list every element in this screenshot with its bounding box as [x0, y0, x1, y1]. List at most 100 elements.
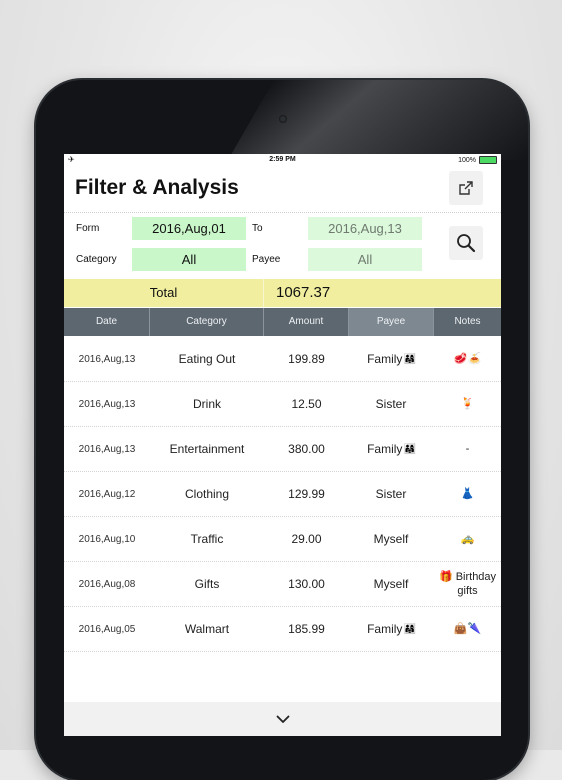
category-text: Traffic — [190, 532, 224, 546]
payee-text: Sister — [375, 487, 407, 501]
cell-date: 2016,Aug,05 — [64, 607, 150, 651]
payee-label: Payee — [252, 254, 281, 265]
app-screen: ✈ 2:59 PM 100% Filter & Analysis Form 20… — [64, 154, 501, 736]
table-row[interactable]: 2016,Aug,13 Eating Out 199.89 Family 👨‍👩‍👧 🥩🍝 — [64, 337, 501, 382]
search-icon — [457, 234, 476, 253]
amount-text: 185.99 — [288, 622, 325, 636]
camera-icon — [279, 115, 287, 123]
cell-date: 2016,Aug,13 — [64, 337, 150, 381]
cell-notes: - — [434, 427, 501, 471]
search-button[interactable] — [449, 226, 483, 260]
glare — [227, 80, 528, 160]
total-label: Total — [149, 285, 178, 300]
column-header-amount[interactable]: Amount — [264, 308, 349, 336]
table-row[interactable]: 2016,Aug,10 Traffic 29.00 Myself 🚕 — [64, 517, 501, 562]
category-select[interactable]: All — [132, 248, 246, 271]
table-row[interactable]: 2016,Aug,13 Entertainment 380.00 Family 👨‍👩‍… — [64, 427, 501, 472]
battery-icon — [479, 156, 497, 164]
total-separator — [263, 279, 264, 307]
total-row: Total 1067.37 — [64, 279, 501, 307]
chevron-down-icon — [276, 715, 289, 723]
table-row[interactable]: 2016,Aug,05 Walmart 185.99 Family 👨‍👩‍👧 👜🌂 — [64, 607, 501, 652]
cell-date: 2016,Aug,12 — [64, 472, 150, 516]
battery-percent: 100% — [458, 156, 476, 164]
amount-text: 129.99 — [288, 487, 325, 501]
amount-text: 12.50 — [291, 397, 322, 411]
table-row[interactable]: 2016,Aug,08 Gifts 130.00 Myself 🎁 Birthday g… — [64, 562, 501, 607]
payee-emoji: 👨‍👩‍👧 — [403, 353, 416, 365]
cell-category: Eating Out — [150, 337, 264, 381]
cell-payee: Family 👨‍👩‍👧 — [349, 427, 434, 471]
cell-payee: Myself — [349, 562, 434, 606]
payee-text: Family — [367, 442, 403, 456]
column-header-date[interactable]: Date — [64, 308, 150, 336]
category-text: Eating Out — [178, 352, 236, 366]
category-text: Drink — [192, 397, 221, 411]
page-title: Filter & Analysis — [75, 176, 239, 199]
table-header: Date Category Amount Payee Notes — [64, 308, 501, 336]
cell-category: Clothing — [150, 472, 264, 516]
notes-text: 👗 — [460, 488, 475, 500]
divider — [64, 212, 501, 213]
category-text: Gifts — [194, 577, 220, 591]
cell-amount: 185.99 — [264, 607, 349, 651]
cell-date: 2016,Aug,13 — [64, 382, 150, 426]
cell-amount: 380.00 — [264, 427, 349, 471]
cell-amount: 129.99 — [264, 472, 349, 516]
cell-payee: Sister — [349, 382, 434, 426]
cell-date: 2016,Aug,10 — [64, 517, 150, 561]
cell-amount: 29.00 — [264, 517, 349, 561]
cell-notes: 🍹 — [434, 382, 501, 426]
payee-text: Sister — [375, 397, 407, 411]
category-text: Entertainment — [169, 442, 245, 456]
column-header-payee[interactable]: Payee — [349, 308, 434, 336]
date-text: 2016,Aug,05 — [78, 623, 136, 635]
cell-category: Gifts — [150, 562, 264, 606]
date-text: 2016,Aug,13 — [78, 353, 136, 365]
collapse-button[interactable] — [64, 702, 501, 736]
column-header-category[interactable]: Category — [150, 308, 264, 336]
total-value: 1067.37 — [276, 284, 331, 301]
cell-payee: Family 👨‍👩‍👧 — [349, 337, 434, 381]
payee-emoji: 👨‍👩‍👧 — [403, 623, 416, 635]
cell-category: Walmart — [150, 607, 264, 651]
table-row[interactable]: 2016,Aug,12 Clothing 129.99 Sister 👗 — [64, 472, 501, 517]
cell-category: Traffic — [150, 517, 264, 561]
amount-text: 29.00 — [291, 532, 322, 546]
table-row[interactable]: 2016,Aug,13 Drink 12.50 Sister 🍹 — [64, 382, 501, 427]
amount-text: 380.00 — [288, 442, 325, 456]
notes-text: 🎁 Birthday gifts — [438, 571, 497, 597]
category-label: Category — [76, 254, 117, 265]
from-date-field[interactable]: 2016,Aug,01 — [132, 217, 246, 240]
date-text: 2016,Aug,13 — [78, 443, 136, 455]
date-text: 2016,Aug,13 — [78, 398, 136, 410]
column-header-notes[interactable]: Notes — [434, 308, 501, 336]
cell-amount: 199.89 — [264, 337, 349, 381]
cell-category: Entertainment — [150, 427, 264, 471]
payee-text: Family — [367, 352, 403, 366]
share-icon — [459, 181, 473, 195]
cell-payee: Family 👨‍👩‍👧 — [349, 607, 434, 651]
cell-amount: 12.50 — [264, 382, 349, 426]
status-bar: ✈ 2:59 PM 100% — [64, 154, 501, 166]
cell-notes: 🚕 — [434, 517, 501, 561]
battery-indicator: 100% — [458, 156, 497, 164]
to-date-field[interactable]: 2016,Aug,13 — [308, 217, 422, 240]
amount-text: 130.00 — [288, 577, 325, 591]
share-button[interactable] — [449, 171, 483, 205]
cell-date: 2016,Aug,08 — [64, 562, 150, 606]
cell-notes: 🥩🍝 — [434, 337, 501, 381]
cell-category: Drink — [150, 382, 264, 426]
to-label: To — [252, 223, 263, 234]
amount-text: 199.89 — [288, 352, 325, 366]
date-text: 2016,Aug,10 — [78, 533, 136, 545]
cell-notes: 👜🌂 — [434, 607, 501, 651]
date-text: 2016,Aug,08 — [78, 578, 136, 590]
date-text: 2016,Aug,12 — [78, 488, 136, 500]
payee-select[interactable]: All — [308, 248, 422, 271]
cell-payee: Sister — [349, 472, 434, 516]
notes-text: 👜🌂 — [453, 623, 482, 635]
payee-emoji: 👨‍👩‍👧 — [403, 443, 416, 455]
payee-text: Myself — [373, 532, 409, 546]
notes-text: 🚕 — [460, 533, 475, 545]
